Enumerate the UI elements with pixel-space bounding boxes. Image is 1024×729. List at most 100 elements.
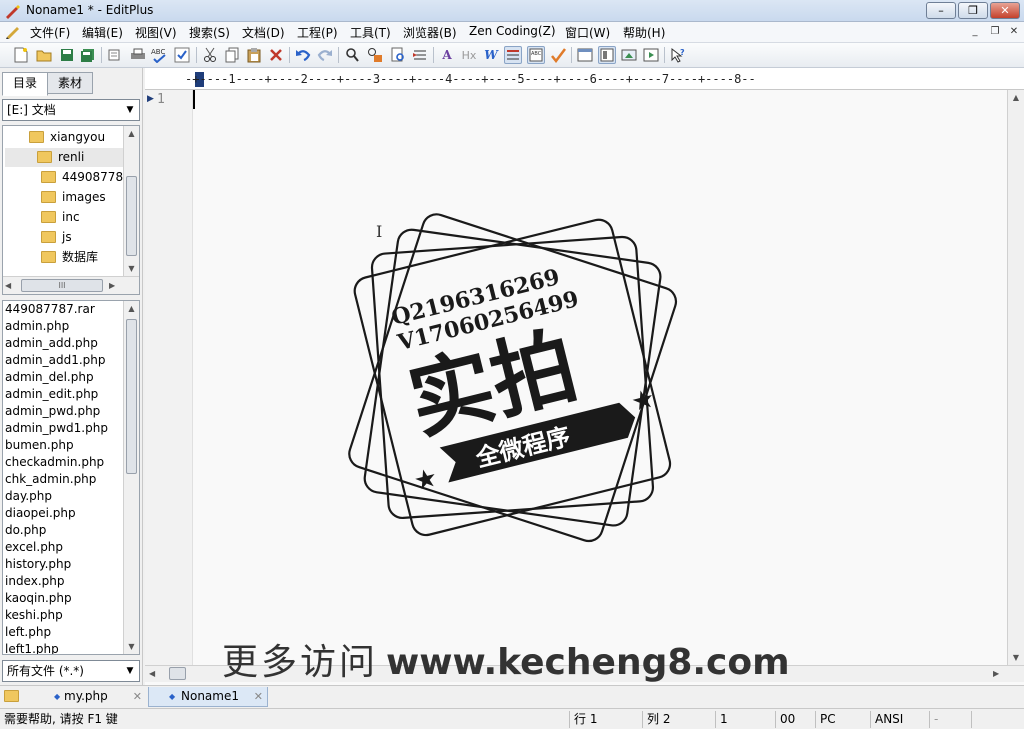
find-in-files-icon[interactable]: [389, 46, 407, 64]
drive-select[interactable]: [E:] 文档 ▼: [2, 99, 140, 121]
list-item[interactable]: diaopei.php: [5, 505, 76, 522]
list-item[interactable]: admin_edit.php: [5, 386, 98, 403]
file-list-scrollbar[interactable]: ▲ ▼: [123, 301, 139, 654]
tab-my-php[interactable]: ◆ my.php ✕: [50, 687, 146, 707]
menu-search[interactable]: 搜索(S): [189, 24, 230, 41]
list-item[interactable]: excel.php: [5, 539, 63, 556]
tree-item-js[interactable]: js: [41, 228, 72, 247]
ruler-icon[interactable]: ABC: [527, 46, 545, 64]
mdi-close-button[interactable]: ✕: [1005, 25, 1023, 40]
paste-icon[interactable]: [245, 46, 263, 64]
menu-help[interactable]: 帮助(H): [623, 24, 665, 41]
scroll-left-icon[interactable]: ◀: [5, 277, 11, 294]
scroll-right-icon[interactable]: ▶: [993, 666, 999, 682]
save-icon[interactable]: [58, 46, 76, 64]
scrollbar-thumb[interactable]: III: [21, 279, 103, 292]
tree-item-449087787[interactable]: 449087787: [41, 168, 131, 187]
file-list[interactable]: 449087787.rar admin.php admin_add.php ad…: [2, 300, 140, 655]
menu-view[interactable]: 视图(V): [135, 24, 177, 41]
print-icon[interactable]: [129, 46, 147, 64]
cut-icon[interactable]: [201, 46, 219, 64]
scroll-up-icon[interactable]: ▲: [124, 126, 139, 141]
folder-icon[interactable]: [4, 689, 19, 703]
menu-zen-coding[interactable]: Zen Coding(Z): [469, 24, 556, 38]
find-icon[interactable]: [343, 46, 361, 64]
tree-item-images[interactable]: images: [41, 188, 106, 207]
preview-icon[interactable]: [642, 46, 660, 64]
menu-file[interactable]: 文件(F): [30, 24, 70, 41]
scroll-down-icon[interactable]: ▼: [1008, 650, 1024, 665]
list-item[interactable]: checkadmin.php: [5, 454, 104, 471]
tree-horizontal-scrollbar[interactable]: ◀ III ▶: [3, 276, 139, 294]
list-item[interactable]: left1.php: [5, 641, 59, 654]
list-item[interactable]: day.php: [5, 488, 52, 505]
save-all-icon[interactable]: [79, 46, 97, 64]
list-item[interactable]: admin_pwd1.php: [5, 420, 108, 437]
help-pointer-icon[interactable]: ?: [669, 46, 687, 64]
maximize-button[interactable]: ❐: [958, 2, 988, 19]
minimize-button[interactable]: –: [926, 2, 956, 19]
tab-noname1[interactable]: ◆ Noname1 ✕: [148, 687, 268, 707]
replace-icon[interactable]: [366, 46, 384, 64]
scroll-down-icon[interactable]: ▼: [124, 261, 139, 276]
list-item[interactable]: left.php: [5, 624, 51, 641]
editor-icon[interactable]: [598, 46, 616, 64]
list-item[interactable]: admin.php: [5, 318, 69, 335]
list-item[interactable]: admin_del.php: [5, 369, 94, 386]
tree-item-xiangyou[interactable]: xiangyou: [29, 128, 105, 147]
tree-item-renli[interactable]: renli: [5, 148, 123, 167]
menu-edit[interactable]: 编辑(E): [82, 24, 123, 41]
scroll-up-icon[interactable]: ▲: [124, 301, 139, 316]
mdi-minimize-button[interactable]: _: [966, 25, 984, 40]
browser-icon[interactable]: [576, 46, 594, 64]
menu-window[interactable]: 窗口(W): [565, 24, 610, 41]
menu-browser[interactable]: 浏览器(B): [403, 24, 457, 41]
mdi-restore-button[interactable]: ❐: [986, 25, 1004, 40]
list-item[interactable]: 449087787.rar: [5, 301, 95, 318]
undo-icon[interactable]: [294, 46, 312, 64]
scrollbar-thumb[interactable]: [126, 319, 137, 474]
view-icon[interactable]: [620, 46, 638, 64]
heading-icon[interactable]: Hx: [460, 46, 478, 64]
spell-check-mark-icon[interactable]: [549, 46, 567, 64]
new-file-icon[interactable]: [12, 46, 30, 64]
list-item[interactable]: admin_add.php: [5, 335, 98, 352]
menu-document[interactable]: 文档(D): [242, 24, 285, 41]
scroll-up-icon[interactable]: ▲: [1008, 90, 1024, 105]
spell-check-icon[interactable]: ABC: [150, 46, 168, 64]
list-item[interactable]: keshi.php: [5, 607, 63, 624]
list-item[interactable]: history.php: [5, 556, 71, 573]
list-item[interactable]: bumen.php: [5, 437, 74, 454]
chevron-down-icon[interactable]: ▼: [123, 101, 137, 119]
directory-tree[interactable]: xiangyou renli 449087787 images inc js 数…: [2, 125, 140, 295]
close-button[interactable]: ✕: [990, 2, 1020, 19]
word-wrap-icon[interactable]: W: [482, 46, 500, 64]
list-item[interactable]: admin_add1.php: [5, 352, 105, 369]
scrollbar-thumb[interactable]: [126, 176, 137, 256]
font-icon[interactable]: A: [438, 46, 456, 64]
tab-directory[interactable]: 目录: [2, 72, 48, 96]
chevron-down-icon[interactable]: ▼: [123, 662, 137, 680]
tree-vertical-scrollbar[interactable]: ▲ ▼: [123, 126, 139, 276]
close-icon[interactable]: ✕: [254, 687, 263, 706]
file-filter-select[interactable]: 所有文件 (*.*) ▼: [2, 660, 140, 682]
scrollbar-thumb[interactable]: [169, 667, 186, 680]
print-preview-icon[interactable]: [106, 46, 124, 64]
delete-icon[interactable]: [267, 46, 285, 64]
list-item[interactable]: admin_pwd.php: [5, 403, 100, 420]
list-item[interactable]: kaoqin.php: [5, 590, 72, 607]
column-select-icon[interactable]: [504, 46, 522, 64]
copy-icon[interactable]: [223, 46, 241, 64]
tab-clips[interactable]: 素材: [47, 72, 93, 94]
scroll-down-icon[interactable]: ▼: [124, 639, 139, 654]
redo-icon[interactable]: [316, 46, 334, 64]
list-item[interactable]: index.php: [5, 573, 64, 590]
list-item[interactable]: do.php: [5, 522, 46, 539]
list-item[interactable]: chk_admin.php: [5, 471, 96, 488]
scroll-right-icon[interactable]: ▶: [109, 277, 115, 294]
tree-item-database[interactable]: 数据库: [41, 248, 98, 267]
goto-icon[interactable]: [411, 46, 429, 64]
menu-project[interactable]: 工程(P): [297, 24, 338, 41]
tree-item-inc[interactable]: inc: [41, 208, 80, 227]
scroll-left-icon[interactable]: ◀: [149, 666, 155, 682]
